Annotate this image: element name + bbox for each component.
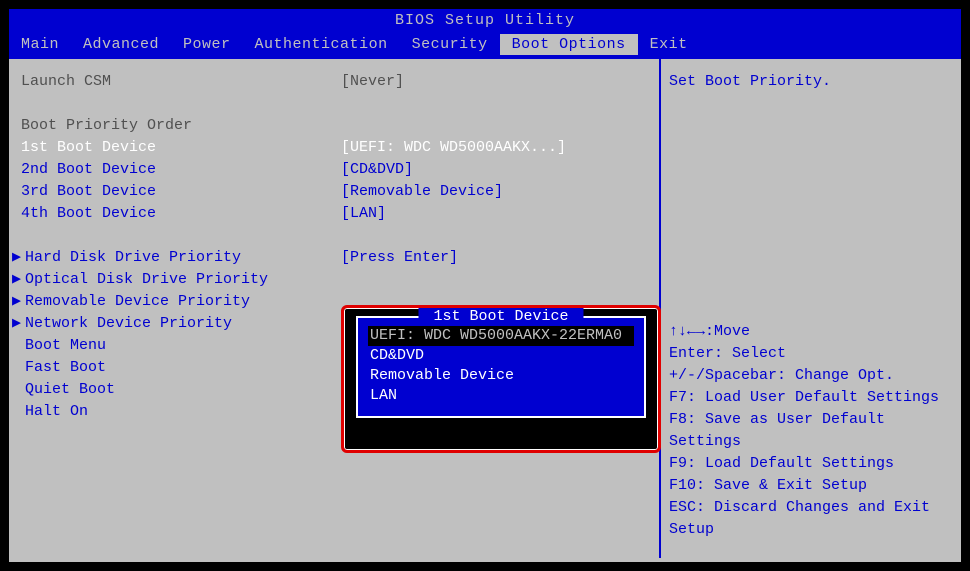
- boot-device-1[interactable]: 1st Boot Device [UEFI: WDC WD5000AAKX...…: [21, 137, 647, 159]
- submenu-optical-priority[interactable]: ▶ Optical Disk Drive Priority: [21, 269, 647, 291]
- boot-priority-header: Boot Priority Order: [21, 115, 647, 137]
- boot-device-4-label: 4th Boot Device: [21, 203, 341, 225]
- boot-device-1-value: [UEFI: WDC WD5000AAKX...]: [341, 137, 647, 159]
- triangle-icon: ▶: [12, 247, 21, 269]
- boot-device-1-label: 1st Boot Device: [21, 137, 341, 159]
- boot-device-4-value: [LAN]: [341, 203, 647, 225]
- triangle-icon: ▶: [12, 291, 21, 313]
- tab-authentication[interactable]: Authentication: [243, 34, 400, 55]
- triangle-icon: ▶: [12, 313, 21, 335]
- popup-title: 1st Boot Device: [418, 308, 583, 325]
- help-move: ↑↓←→:Move: [669, 321, 953, 343]
- boot-device-3-value: [Removable Device]: [341, 181, 647, 203]
- help-f10: F10: Save & Exit Setup: [669, 475, 953, 497]
- help-f9: F9: Load Default Settings: [669, 453, 953, 475]
- popup-item-2[interactable]: Removable Device: [368, 366, 634, 386]
- help-select: Enter: Select: [669, 343, 953, 365]
- boot-device-2-label: 2nd Boot Device: [21, 159, 341, 181]
- launch-csm-row[interactable]: Launch CSM [Never]: [21, 71, 647, 93]
- boot-device-3[interactable]: 3rd Boot Device [Removable Device]: [21, 181, 647, 203]
- popup-item-3[interactable]: LAN: [368, 386, 634, 406]
- launch-csm-value: [Never]: [341, 71, 647, 93]
- help-panel: Set Boot Priority. ↑↓←→:Move Enter: Sele…: [661, 57, 961, 558]
- popup-item-0[interactable]: UEFI: WDC WD5000AAKX-22ERMA0: [368, 326, 634, 346]
- help-esc: ESC: Discard Changes and Exit Setup: [669, 497, 953, 541]
- tab-advanced[interactable]: Advanced: [71, 34, 171, 55]
- tab-boot-options[interactable]: Boot Options: [500, 34, 638, 55]
- tab-exit[interactable]: Exit: [638, 34, 700, 55]
- help-f8: F8: Save as User Default Settings: [669, 409, 953, 453]
- bios-frame: BIOS Setup Utility Main Advanced Power A…: [7, 7, 963, 564]
- help-change: +/-/Spacebar: Change Opt.: [669, 365, 953, 387]
- launch-csm-label: Launch CSM: [21, 71, 341, 93]
- boot-device-2[interactable]: 2nd Boot Device [CD&DVD]: [21, 159, 647, 181]
- tab-security[interactable]: Security: [400, 34, 500, 55]
- popup-item-1[interactable]: CD&DVD: [368, 346, 634, 366]
- tab-main[interactable]: Main: [9, 34, 71, 55]
- bios-title: BIOS Setup Utility: [9, 9, 961, 32]
- submenu-hdd-priority[interactable]: ▶ Hard Disk Drive Priority [Press Enter]: [21, 247, 647, 269]
- triangle-icon: ▶: [12, 269, 21, 291]
- tab-bar: Main Advanced Power Authentication Secur…: [9, 32, 961, 57]
- main-panel: Launch CSM [Never] Boot Priority Order 1…: [9, 57, 661, 558]
- boot-device-popup: 1st Boot Device UEFI: WDC WD5000AAKX-22E…: [341, 305, 661, 453]
- help-description: Set Boot Priority.: [669, 71, 953, 93]
- help-f7: F7: Load User Default Settings: [669, 387, 953, 409]
- boot-device-2-value: [CD&DVD]: [341, 159, 647, 181]
- boot-device-3-label: 3rd Boot Device: [21, 181, 341, 203]
- boot-device-4[interactable]: 4th Boot Device [LAN]: [21, 203, 647, 225]
- tab-power[interactable]: Power: [171, 34, 243, 55]
